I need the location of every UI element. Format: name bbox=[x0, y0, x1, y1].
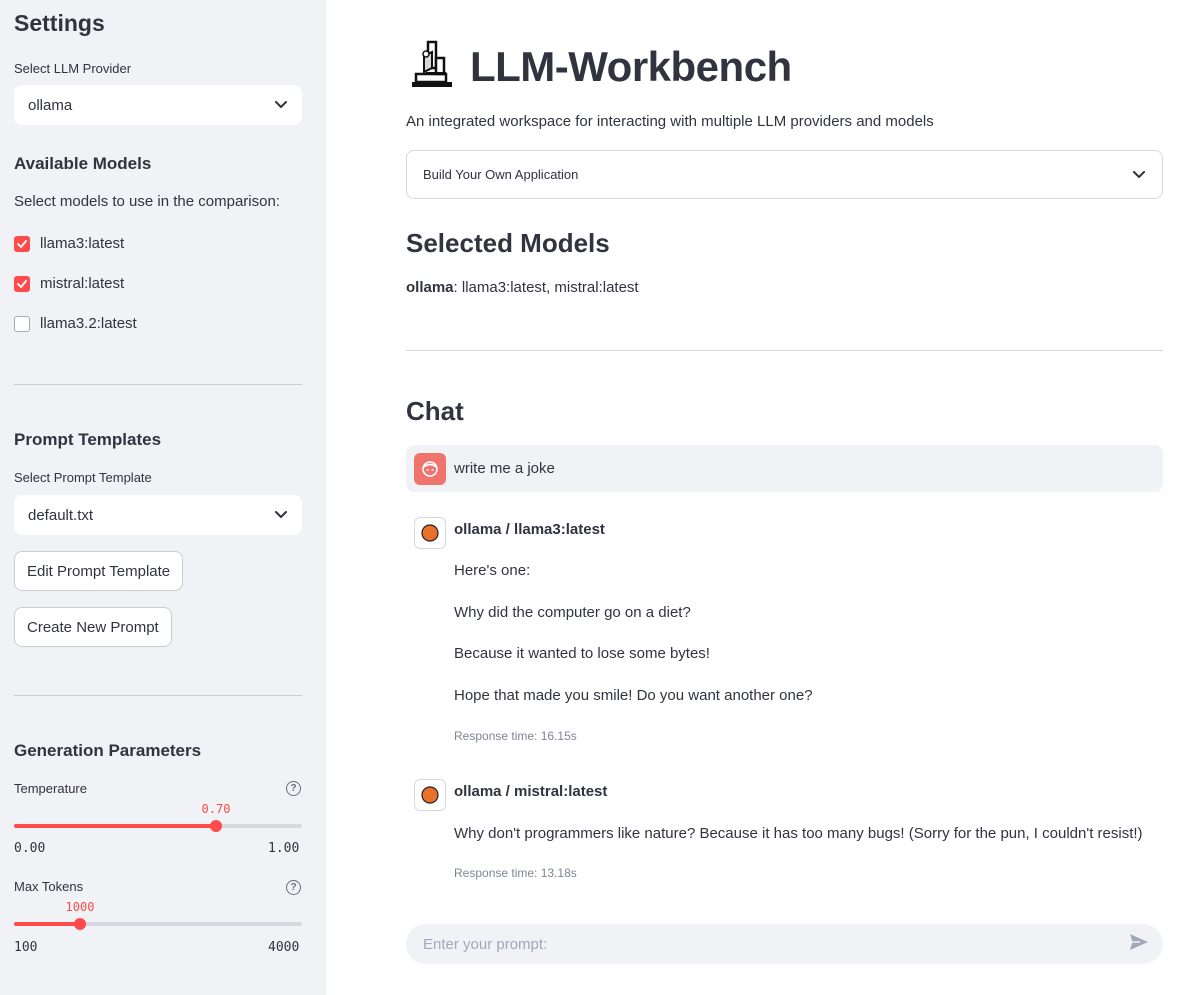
available-models-description: Select models to use in the comparison: bbox=[14, 193, 280, 210]
sidebar: Settings Select LLM Provider ollama Avai… bbox=[0, 0, 326, 995]
selected-model-list: : llama3:latest, mistral:latest bbox=[453, 279, 639, 296]
max-tokens-slider-fill bbox=[14, 922, 81, 926]
page-subtitle: An integrated workspace for interacting … bbox=[406, 113, 934, 130]
edit-prompt-template-button[interactable]: Edit Prompt Template bbox=[14, 551, 184, 591]
checkbox-empty[interactable] bbox=[14, 315, 30, 332]
max-tokens-slider[interactable] bbox=[14, 918, 302, 930]
response-time: Response time: 16.15s bbox=[454, 729, 577, 743]
provider-label: Select LLM Provider bbox=[14, 61, 132, 76]
provider-select[interactable]: ollama bbox=[14, 85, 302, 125]
divider bbox=[14, 384, 302, 385]
model-checkbox-llama3[interactable]: llama3:latest bbox=[14, 235, 124, 252]
max-tokens-label: Max Tokens bbox=[14, 879, 84, 894]
temperature-min: 0.00 bbox=[14, 841, 46, 856]
check-icon[interactable] bbox=[14, 235, 30, 252]
response-line: Why don't programmers like nature? Becau… bbox=[454, 825, 1143, 842]
create-new-prompt-button[interactable]: Create New Prompt bbox=[14, 607, 172, 647]
page-header: LLM-Workbench bbox=[406, 38, 792, 95]
selected-provider: ollama bbox=[406, 279, 454, 296]
user-avatar-icon bbox=[414, 452, 446, 485]
temperature-slider-fill bbox=[14, 824, 216, 828]
max-tokens-max: 4000 bbox=[268, 940, 300, 955]
prompt-template-label: Select Prompt Template bbox=[14, 470, 152, 485]
prompt-templates-heading: Prompt Templates bbox=[14, 430, 162, 449]
selected-models-heading: Selected Models bbox=[406, 228, 610, 258]
response-model-name: ollama / llama3:latest bbox=[454, 521, 605, 538]
prompt-template-select[interactable]: default.txt bbox=[14, 495, 302, 535]
user-message: write me a joke bbox=[406, 445, 1163, 492]
max-tokens-value: 1000 bbox=[65, 900, 95, 914]
max-tokens-min: 100 bbox=[14, 940, 38, 955]
temperature-max: 1.00 bbox=[268, 841, 300, 856]
response-line: Because it wanted to lose some bytes! bbox=[454, 645, 710, 662]
chevron-down-icon bbox=[274, 98, 288, 112]
selected-models-text: ollama: llama3:latest, mistral:latest bbox=[406, 279, 639, 296]
divider bbox=[406, 350, 1163, 351]
check-icon[interactable] bbox=[14, 275, 30, 292]
divider bbox=[14, 695, 302, 696]
model-checkbox-mistral[interactable]: mistral:latest bbox=[14, 275, 124, 292]
chevron-down-icon bbox=[1132, 168, 1146, 182]
bot-avatar-icon bbox=[414, 779, 446, 811]
response-model-name: ollama / mistral:latest bbox=[454, 783, 608, 800]
max-tokens-slider-thumb[interactable] bbox=[74, 918, 87, 930]
sidebar-title: Settings bbox=[14, 10, 105, 36]
provider-select-value: ollama bbox=[28, 96, 73, 114]
chat-input-bar bbox=[406, 924, 1163, 964]
response-line: Here's one: bbox=[454, 562, 531, 579]
help-icon[interactable]: ? bbox=[286, 880, 301, 895]
main-content: LLM-Workbench An integrated workspace fo… bbox=[326, 0, 1189, 995]
available-models-heading: Available Models bbox=[14, 154, 152, 173]
model-checkbox-label: llama3.2:latest bbox=[40, 315, 137, 332]
temperature-value: 0.70 bbox=[201, 802, 231, 816]
expander-label: Build Your Own Application bbox=[423, 167, 579, 182]
generation-parameters-heading: Generation Parameters bbox=[14, 741, 202, 760]
response-time: Response time: 13.18s bbox=[454, 866, 577, 880]
response-line: Hope that made you smile! Do you want an… bbox=[454, 687, 813, 704]
chevron-down-icon bbox=[274, 508, 288, 522]
user-message-text: write me a joke bbox=[454, 460, 555, 477]
send-icon[interactable] bbox=[1129, 933, 1149, 956]
temperature-slider[interactable] bbox=[14, 820, 302, 832]
build-app-expander[interactable]: Build Your Own Application bbox=[406, 150, 1163, 199]
model-checkbox-label: mistral:latest bbox=[40, 275, 125, 292]
prompt-input[interactable] bbox=[423, 935, 1103, 953]
model-checkbox-label: llama3:latest bbox=[40, 235, 125, 252]
microscope-icon bbox=[406, 38, 458, 95]
page-title: LLM-Workbench bbox=[470, 42, 792, 90]
model-checkbox-llama3-2[interactable]: llama3.2:latest bbox=[14, 315, 137, 332]
chat-heading: Chat bbox=[406, 396, 464, 426]
response-line: Why did the computer go on a diet? bbox=[454, 604, 691, 621]
prompt-template-value: default.txt bbox=[28, 506, 94, 524]
help-icon[interactable]: ? bbox=[286, 781, 301, 796]
temperature-label: Temperature bbox=[14, 781, 87, 796]
temperature-slider-thumb[interactable] bbox=[209, 820, 222, 832]
bot-avatar-icon bbox=[414, 517, 446, 549]
